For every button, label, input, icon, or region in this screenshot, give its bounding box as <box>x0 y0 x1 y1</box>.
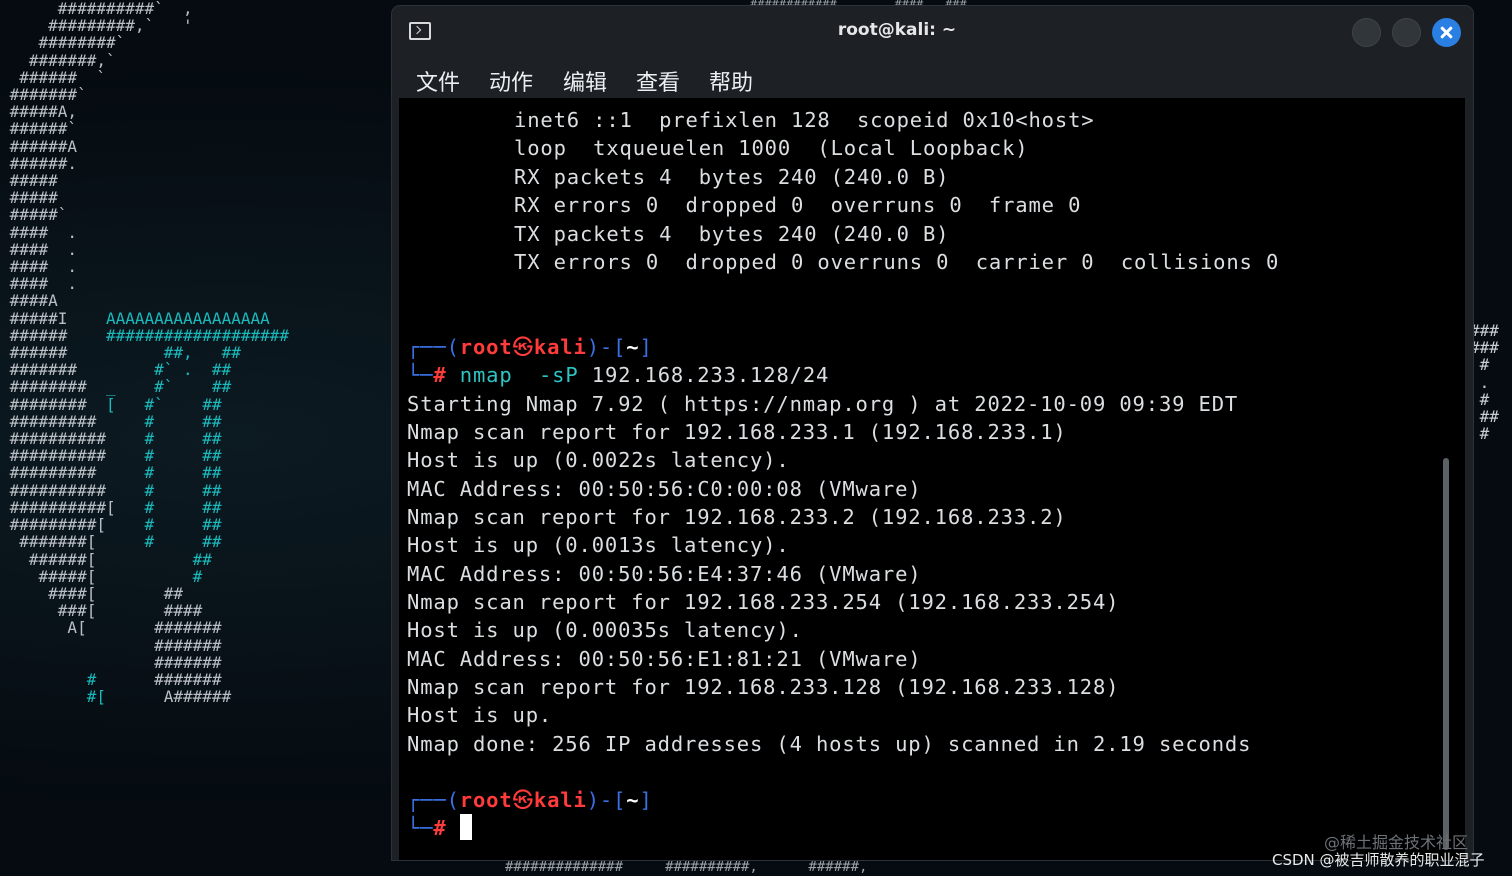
prompt-line: ┌──(root㉿kali)-[~] <box>407 333 653 361</box>
prompt-hash: # <box>433 363 447 387</box>
output-line: Host is up (0.00035s latency). <box>407 618 803 642</box>
prompt-line: ┌──(root㉿kali)-[~] <box>407 786 653 814</box>
menu-view[interactable]: 查看 <box>636 65 680 97</box>
menu-file[interactable]: 文件 <box>416 65 460 97</box>
prompt-user: root <box>459 788 513 812</box>
output-line: Host is up (0.0022s latency). <box>407 448 790 472</box>
prompt-host: kali <box>533 788 587 812</box>
prompt-hash: # <box>433 816 447 840</box>
prompt-dir: ~ <box>626 335 640 359</box>
menu-actions[interactable]: 动作 <box>489 65 533 97</box>
command-flag: -sP <box>538 363 579 387</box>
output-line: MAC Address: 00:50:56:C0:00:08 (VMware) <box>407 477 922 501</box>
command-line: └─# nmap -sP 192.168.233.128/24 <box>407 361 829 389</box>
output-line: Nmap scan report for 192.168.233.2 (192.… <box>407 505 1067 529</box>
output-line: loop txqueuelen 1000 (Local Loopback) <box>514 136 1029 160</box>
menu-bar: 文件 动作 编辑 查看 帮助 <box>392 58 1473 98</box>
output-line: MAC Address: 00:50:56:E1:81:21 (VMware) <box>407 647 922 671</box>
menu-help[interactable]: 帮助 <box>709 65 753 97</box>
prompt-frame: )-[ <box>586 788 627 812</box>
kali-prompt-icon: ㉿ <box>512 335 534 359</box>
input-line[interactable]: └─# <box>407 814 472 842</box>
prompt-frame: ] <box>639 788 653 812</box>
kali-ascii-wallpaper: ##########` , #########,` ' ########` ##… <box>9 0 289 707</box>
prompt-frame: ] <box>639 335 653 359</box>
title-bar[interactable]: root@kali: ~ <box>392 6 1473 58</box>
terminal-window: root@kali: ~ 文件 动作 编辑 查看 帮助 inet6 ::1 pr… <box>392 6 1473 860</box>
output-line: Nmap scan report for 192.168.233.128 (19… <box>407 675 1120 699</box>
text-cursor <box>459 814 472 840</box>
maximize-button[interactable] <box>1392 18 1421 47</box>
ascii-wallpaper-right: ### ### # . # ## # <box>1470 322 1499 444</box>
terminal-output-area[interactable]: inet6 ::1 prefixlen 128 scopeid 0x10<hos… <box>399 98 1465 860</box>
close-button[interactable] <box>1432 18 1461 47</box>
output-line: inet6 ::1 prefixlen 128 scopeid 0x10<hos… <box>514 108 1095 132</box>
minimize-button[interactable] <box>1352 18 1381 47</box>
menu-edit[interactable]: 编辑 <box>563 65 607 97</box>
window-title: root@kali: ~ <box>837 20 957 40</box>
prompt-host: kali <box>533 335 587 359</box>
prompt-frame: └─ <box>407 816 434 840</box>
output-line: Starting Nmap 7.92 ( https://nmap.org ) … <box>407 392 1239 416</box>
prompt-frame: ┌──( <box>407 788 460 812</box>
prompt-frame: )-[ <box>586 335 627 359</box>
output-line: Host is up (0.0013s latency). <box>407 533 790 557</box>
output-line: MAC Address: 00:50:56:E4:37:46 (VMware) <box>407 562 922 586</box>
prompt-frame: ┌──( <box>407 335 460 359</box>
command-args: 192.168.233.128/24 <box>591 363 830 387</box>
output-line: TX errors 0 dropped 0 overruns 0 carrier… <box>514 250 1280 274</box>
command-name: nmap <box>459 363 513 387</box>
output-line: Nmap scan report for 192.168.233.254 (19… <box>407 590 1120 614</box>
prompt-dir: ~ <box>626 788 640 812</box>
output-line: Nmap scan report for 192.168.233.1 (192.… <box>407 420 1067 444</box>
output-line: RX errors 0 dropped 0 overruns 0 frame 0 <box>514 193 1082 217</box>
output-line: Nmap done: 256 IP addresses (4 hosts up)… <box>407 732 1252 756</box>
kali-prompt-icon: ㉿ <box>512 788 534 812</box>
vertical-scrollbar[interactable] <box>1443 458 1449 850</box>
output-line: RX packets 4 bytes 240 (240.0 B) <box>514 165 950 189</box>
ascii-wallpaper-bottom: ############## ##########, ######, <box>505 859 885 875</box>
watermark-csdn: CSDN @被吉师散养的职业混子 <box>1272 851 1485 869</box>
output-line: Host is up. <box>407 703 553 727</box>
prompt-user: root <box>459 335 513 359</box>
output-line: TX packets 4 bytes 240 (240.0 B) <box>514 222 950 246</box>
prompt-frame: └─ <box>407 363 434 387</box>
